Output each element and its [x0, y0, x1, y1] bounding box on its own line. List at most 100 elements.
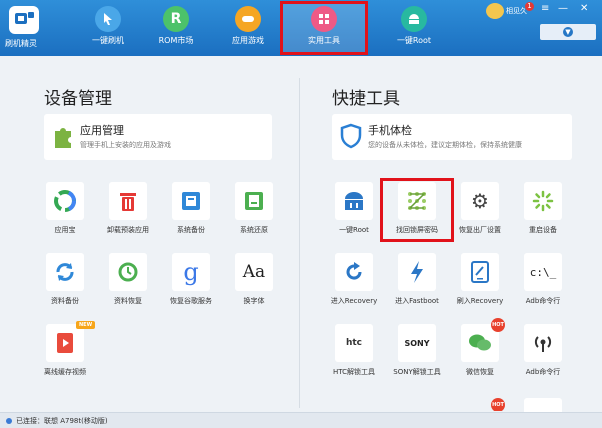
yingyongbao-icon	[46, 182, 84, 220]
tool-partial-row-item[interactable]: HOT	[453, 395, 507, 411]
section-title-quick-tools: 快捷工具	[332, 89, 400, 109]
tool-factory-reset[interactable]: ⚙ 恢复出厂设置	[453, 182, 507, 240]
font-icon: Aa	[235, 253, 273, 291]
card-title: 应用管理	[80, 124, 124, 137]
tool-flash-recovery[interactable]: 刷入Recovery	[453, 253, 507, 311]
broadcast-icon	[524, 398, 562, 412]
nav-one-click-flash[interactable]: 一键刷机	[70, 4, 146, 52]
user-avatar[interactable]	[486, 3, 504, 19]
backup-icon	[172, 182, 210, 220]
tool-restore-google-services[interactable]: g 恢复谷歌服务	[164, 253, 218, 311]
section-title-device-management: 设备管理	[44, 89, 112, 109]
tool-enter-recovery[interactable]: 进入Recovery	[327, 253, 381, 311]
app-management-card[interactable]: 应用管理 管理手机上安装的应用及游戏	[44, 114, 272, 160]
android-icon	[401, 6, 427, 32]
tool-label: 恢复谷歌服务	[170, 297, 212, 305]
close-button[interactable]: ✕	[580, 3, 588, 14]
tool-yingyongbao[interactable]: 应用宝	[38, 182, 92, 240]
menu-icon[interactable]: ≡	[541, 3, 549, 14]
restore-icon	[235, 182, 273, 220]
loading-icon	[524, 182, 562, 220]
tool-label: 进入Recovery	[330, 297, 378, 305]
refresh-icon	[335, 253, 373, 291]
shield-icon	[340, 123, 362, 149]
tool-label: 系统备份	[177, 226, 205, 234]
tool-label: 离线缓存视频	[44, 368, 86, 376]
tool-reboot-device[interactable]: 重启设备	[516, 182, 570, 240]
tool-label: HTC解锁工具	[332, 368, 376, 376]
tablet-icon	[461, 253, 499, 291]
nav-label: 应用游戏	[232, 36, 264, 45]
tool-enter-fastboot[interactable]: 进入Fastboot	[390, 253, 444, 311]
connection-status: 已连接：联想 A798t(移动版)	[16, 417, 108, 425]
tool-label: 系统还原	[240, 226, 268, 234]
connection-icon	[6, 418, 12, 424]
game-controller-icon	[235, 6, 261, 32]
app-logo[interactable]: 刷机精灵	[3, 4, 47, 52]
tool-data-restore[interactable]: 资料恢复	[101, 253, 155, 311]
tool-label: 恢复出厂设置	[459, 226, 501, 234]
nav-label: 一键Root	[396, 36, 432, 45]
hot-badge: HOT	[491, 398, 505, 411]
terminal-icon: c:\_	[524, 253, 562, 291]
tool-adb-command[interactable]: c:\_ Adb命令行	[516, 253, 570, 311]
card-title: 手机体检	[368, 124, 412, 137]
tool-label: 卸载预装应用	[107, 226, 149, 234]
minimize-button[interactable]: —	[558, 3, 568, 14]
lightning-icon	[398, 253, 436, 291]
nav-label: 一键刷机	[92, 36, 124, 45]
tool-label: Adb命令行	[525, 297, 561, 305]
card-subtitle: 管理手机上安装的应用及游戏	[80, 141, 171, 149]
tool-uninstall-preinstalled[interactable]: 卸载预装应用	[101, 182, 155, 240]
nav-one-click-root[interactable]: 一键Root	[376, 4, 452, 52]
panel-divider	[299, 78, 300, 408]
user-name[interactable]: 相见久	[506, 6, 527, 16]
card-subtitle: 您的设备从未体检，建议定期体检，保持系统健康	[368, 141, 522, 149]
tool-data-backup[interactable]: 资料备份	[38, 253, 92, 311]
android-root-icon	[335, 182, 373, 220]
google-icon: g	[172, 253, 210, 291]
gears-icon: ⚙	[461, 182, 499, 220]
new-badge: NEW	[76, 321, 96, 329]
nav-apps-games[interactable]: 应用游戏	[210, 4, 286, 52]
tool-label: 应用宝	[54, 226, 76, 234]
tool-label: 重启设备	[529, 226, 557, 234]
tool-adb-command-2[interactable]: Adb命令行	[516, 324, 570, 382]
nav-rom-market[interactable]: R ROM市场	[138, 4, 214, 52]
tool-wechat-recovery[interactable]: HOT 微信恢复	[453, 318, 507, 382]
tool-system-restore[interactable]: 系统还原	[227, 182, 281, 240]
puzzle-icon	[52, 123, 74, 149]
clock-restore-icon	[109, 253, 147, 291]
tool-label: 资料恢复	[114, 297, 142, 305]
highlight-frame-recover-password	[380, 178, 454, 242]
tool-label: 一键Root	[339, 226, 369, 234]
status-bar: 已连接：联想 A798t(移动版)	[0, 412, 602, 428]
cursor-icon	[95, 6, 121, 32]
highlight-frame-utilities	[280, 1, 368, 55]
trash-icon	[109, 182, 147, 220]
rom-icon: R	[163, 6, 189, 32]
tool-partial-row-item-2[interactable]	[516, 398, 570, 412]
logo-label: 刷机精灵	[5, 39, 37, 48]
tool-one-click-root[interactable]: 一键Root	[327, 182, 381, 240]
tool-label: 进入Fastboot	[395, 297, 439, 305]
tool-label: 换字体	[243, 297, 265, 305]
sony-logo-icon: SONY	[398, 324, 436, 362]
tool-htc-unlock[interactable]: htc HTC解锁工具	[327, 324, 381, 382]
tool-label: Adb命令行	[525, 368, 561, 376]
hot-badge: HOT	[491, 318, 505, 332]
tool-sony-unlock[interactable]: SONY SONY解锁工具	[390, 324, 444, 382]
phone-checkup-card[interactable]: 手机体检 您的设备从未体检，建议定期体检，保持系统健康	[332, 114, 572, 160]
download-button[interactable]: ▼	[540, 24, 596, 40]
tool-change-font[interactable]: Aa 换字体	[227, 253, 281, 311]
tool-label: 微信恢复	[466, 368, 494, 376]
tool-label: 资料备份	[51, 297, 79, 305]
logo-icon	[9, 6, 39, 34]
notification-badge: 1	[525, 2, 534, 11]
download-icon: ▼	[563, 27, 573, 37]
video-icon	[46, 324, 84, 362]
tool-offline-video[interactable]: NEW 离线缓存视频	[38, 321, 96, 382]
tool-system-backup[interactable]: 系统备份	[164, 182, 218, 240]
tool-label: 刷入Recovery	[456, 297, 504, 305]
nav-label: ROM市场	[158, 36, 194, 45]
